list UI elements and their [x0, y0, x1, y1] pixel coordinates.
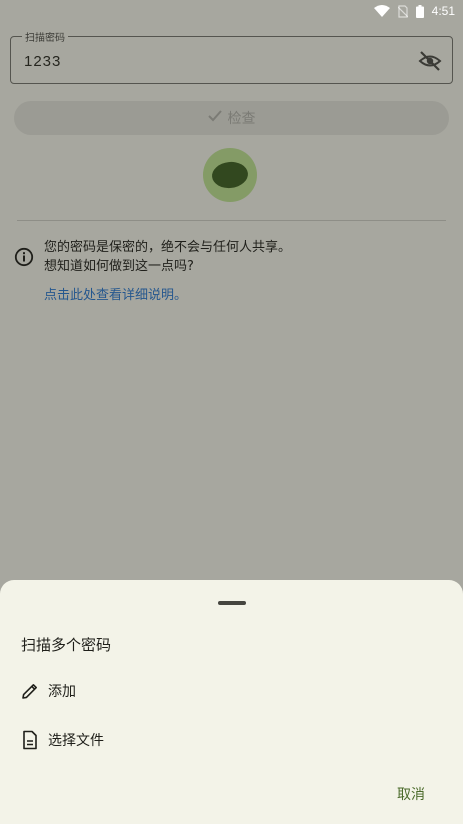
password-field[interactable]: 扫描密码	[10, 29, 453, 84]
privacy-info-text: 您的密码是保密的，绝不会与任何人共享。 想知道如何做到这一点吗?	[44, 238, 444, 276]
sheet-drag-handle[interactable]	[218, 601, 246, 605]
document-icon	[21, 730, 39, 750]
check-button-label: 检查	[227, 111, 256, 127]
check-button[interactable]: 检查	[14, 101, 449, 135]
avatar-blob	[210, 160, 250, 190]
status-bar: 4:51	[0, 0, 463, 22]
password-field-label: 扫描密码	[22, 29, 68, 44]
no-sim-icon	[397, 4, 408, 18]
password-input[interactable]	[24, 51, 404, 71]
visibility-off-icon[interactable]	[418, 49, 442, 73]
divider	[17, 220, 446, 221]
add-item[interactable]: 添加	[21, 681, 76, 701]
cancel-button[interactable]: 取消	[397, 784, 425, 804]
pencil-icon	[21, 682, 39, 700]
choose-file-label: 选择文件	[48, 733, 104, 749]
battery-icon	[415, 4, 424, 18]
check-icon	[207, 110, 222, 126]
status-time: 4:51	[431, 4, 455, 18]
add-item-label: 添加	[48, 684, 76, 700]
privacy-info-line-2: 想知道如何做到这一点吗?	[44, 259, 194, 274]
avatar	[203, 148, 257, 202]
details-link[interactable]: 点击此处查看详细说明。	[44, 284, 187, 303]
choose-file-item[interactable]: 选择文件	[21, 730, 104, 750]
info-icon	[14, 247, 34, 267]
bottom-sheet: 扫描多个密码 添加 选择文件 取消	[0, 580, 463, 824]
wifi-icon	[373, 5, 390, 17]
sheet-title: 扫描多个密码	[21, 636, 112, 654]
privacy-info-line-1: 您的密码是保密的，绝不会与任何人共享。	[44, 240, 292, 255]
